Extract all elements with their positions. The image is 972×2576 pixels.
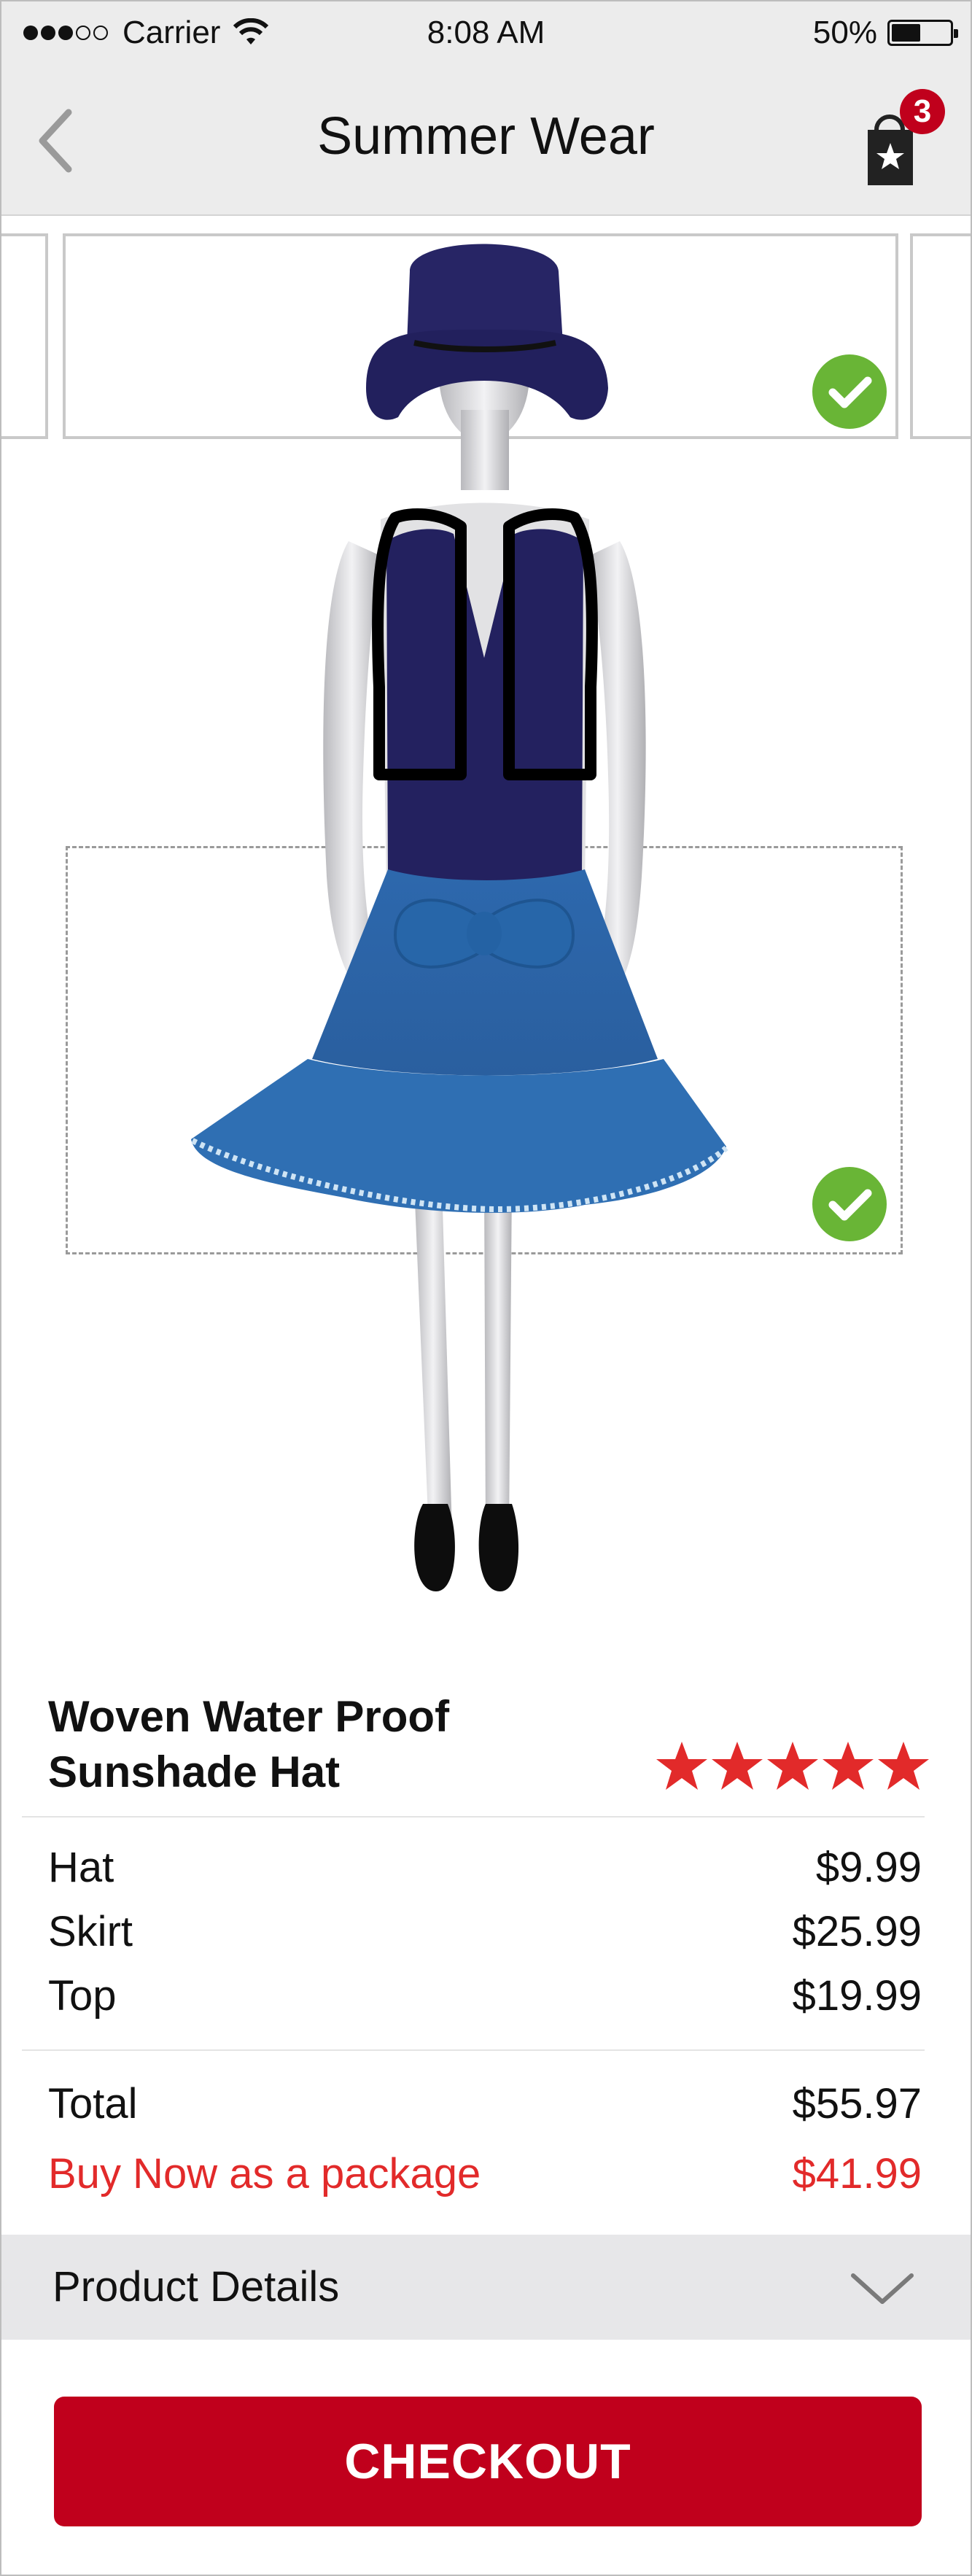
star-icon xyxy=(823,1742,874,1790)
item-label: Hat xyxy=(48,1844,114,1891)
item-row-hat: Hat $9.99 xyxy=(48,1842,922,1893)
skirt-selected-check-icon xyxy=(812,1167,887,1241)
package-label[interactable]: Buy Now as a package xyxy=(48,2149,481,2200)
item-label: Skirt xyxy=(48,1908,133,1955)
rating-stars xyxy=(655,1740,932,1791)
total-label: Total xyxy=(48,2080,138,2127)
star-icon xyxy=(712,1742,763,1790)
item-label: Top xyxy=(48,1972,117,2020)
star-icon xyxy=(767,1742,818,1790)
navigation-bar: Summer Wear 3 xyxy=(1,64,971,216)
product-name-line1: Woven Water Proof xyxy=(48,1692,450,1741)
product-name-line2: Sunshade Hat xyxy=(48,1747,341,1796)
item-row-top: Top $19.99 xyxy=(48,1971,922,2022)
hat-selected-check-icon xyxy=(812,354,887,429)
page-title: Summer Wear xyxy=(317,107,655,166)
item-price: $19.99 xyxy=(792,1972,922,2020)
checkout-button[interactable]: CHECKOUT xyxy=(54,2397,922,2526)
chevron-down-icon xyxy=(851,2273,914,2304)
product-details-toggle[interactable]: Product Details xyxy=(1,2235,971,2340)
battery-percent: 50% xyxy=(812,15,877,50)
item-price: $9.99 xyxy=(815,1844,922,1891)
item-row-skirt: Skirt $25.99 xyxy=(48,1906,922,1958)
product-name: Woven Water Proof Sunshade Hat xyxy=(48,1689,602,1800)
product-details-label: Product Details xyxy=(53,2263,340,2311)
star-icon xyxy=(656,1742,707,1790)
cart-count-badge: 3 xyxy=(900,89,945,134)
package-row[interactable]: Buy Now as a package $41.99 xyxy=(48,2149,922,2200)
status-bar: Carrier 8:08 AM 50% xyxy=(1,1,971,64)
phone-screen: Carrier 8:08 AM 50% Summer Wear 3 Woven … xyxy=(0,0,972,2576)
total-price: $55.97 xyxy=(792,2080,922,2127)
item-price: $25.99 xyxy=(792,1908,922,1955)
package-price: $41.99 xyxy=(792,2150,922,2197)
shopping-bag-button[interactable]: 3 xyxy=(859,89,945,191)
battery-icon xyxy=(887,20,958,46)
divider xyxy=(22,1816,925,1817)
divider xyxy=(22,2049,925,2051)
star-icon xyxy=(878,1742,929,1790)
total-row: Total $55.97 xyxy=(48,2079,922,2130)
